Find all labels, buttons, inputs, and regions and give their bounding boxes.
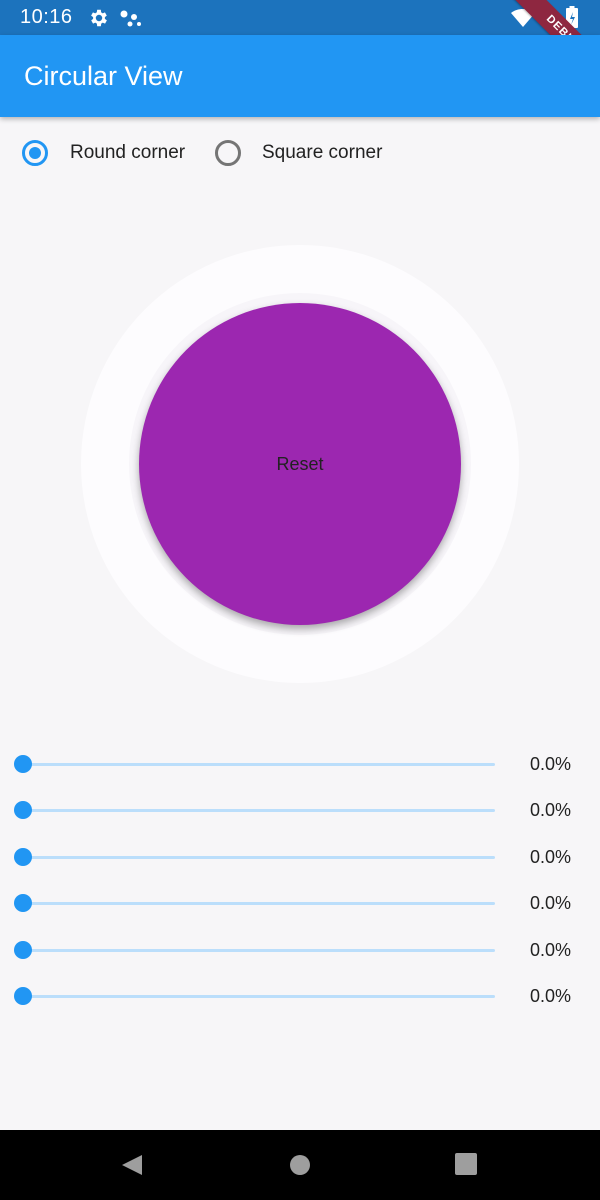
home-icon[interactable] [288,1153,312,1177]
slider-row: 0.0% [0,791,600,831]
assistant-dots-icon [120,10,141,27]
reset-button[interactable]: Reset [139,303,461,625]
slider-value: 0.0% [530,847,572,867]
slider-track[interactable] [23,995,495,998]
slider-value: 0.0% [530,754,572,774]
reset-label: Reset [276,453,324,474]
page-title: Circular View [24,61,183,91]
corner-options: Round corner Square corner [0,132,600,174]
square-corner-radio[interactable] [215,140,241,166]
slider-track[interactable] [23,763,495,766]
slider-row: 0.0% [0,745,600,785]
slider-thumb[interactable] [14,894,32,912]
slider-value: 0.0% [530,800,572,820]
slider-thumb[interactable] [14,801,32,819]
slider-track[interactable] [23,809,495,812]
app-bar: Circular View [0,35,600,117]
square-corner-label[interactable]: Square corner [262,142,382,164]
gear-icon [91,9,107,27]
slider-value: 0.0% [530,893,572,913]
slider-track[interactable] [23,949,495,952]
slider-value: 0.0% [530,986,572,1006]
slider-thumb[interactable] [14,848,32,866]
round-corner-radio[interactable] [22,140,48,166]
round-corner-label[interactable]: Round corner [70,142,185,164]
slider-row: 0.0% [0,884,600,924]
slider-track[interactable] [23,902,495,905]
slider-value: 0.0% [530,940,572,960]
status-time: 10:16 [20,6,73,28]
status-bar: 10:16 DEBUG [0,0,600,91]
slider-row: 0.0% [0,931,600,971]
slider-thumb[interactable] [14,987,32,1005]
recents-icon[interactable] [455,1153,477,1175]
slider-row: 0.0% [0,838,600,878]
slider-track[interactable] [23,856,495,859]
back-icon[interactable] [120,1153,144,1177]
slider-row: 0.0% [0,977,600,1017]
slider-thumb[interactable] [14,755,32,773]
slider-thumb[interactable] [14,941,32,959]
